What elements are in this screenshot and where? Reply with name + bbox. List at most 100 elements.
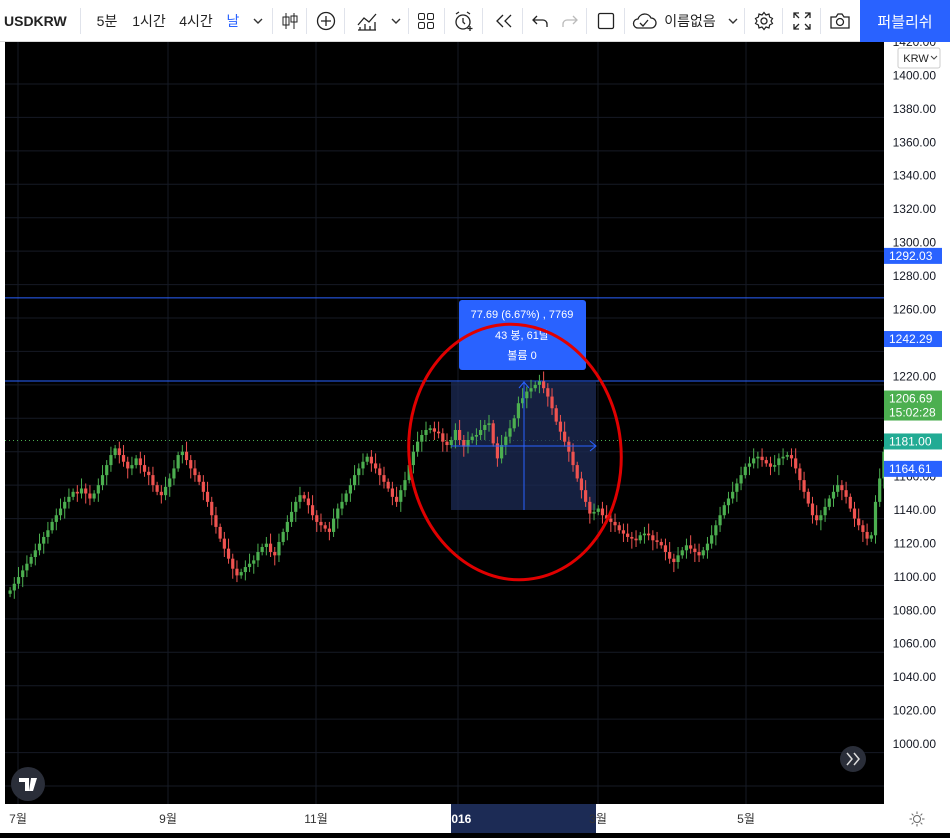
fullscreen-button[interactable] <box>788 0 816 42</box>
candle-body <box>42 536 46 544</box>
divider <box>744 8 745 34</box>
interval-4h[interactable]: 4시간 <box>175 0 217 42</box>
candle-body <box>319 521 323 526</box>
candle-body <box>50 521 54 531</box>
fullscreen-toggle[interactable] <box>592 0 620 42</box>
rewind-icon <box>496 14 512 28</box>
layout-name[interactable]: 이름없음 <box>660 0 720 42</box>
undo-button[interactable] <box>526 0 554 42</box>
candle-body <box>852 508 857 519</box>
divider <box>482 8 483 34</box>
interval-1d[interactable]: 날 <box>222 0 244 42</box>
candle-body <box>848 496 852 509</box>
price-tick-label: 1080.00 <box>893 603 937 617</box>
alert-button[interactable] <box>450 0 478 42</box>
candle-body <box>781 456 785 459</box>
candle-body <box>638 535 642 541</box>
candle-body <box>802 480 806 492</box>
divider <box>782 8 783 34</box>
candle-body <box>390 488 394 497</box>
divider <box>586 8 587 34</box>
indicators-dropdown[interactable] <box>386 0 406 42</box>
candle-body <box>873 501 878 536</box>
candle-body <box>205 491 210 502</box>
candle-body <box>394 496 399 502</box>
candle-body <box>710 535 714 544</box>
settings-button[interactable] <box>750 0 778 42</box>
candle-body <box>12 583 16 591</box>
candlestick-chart[interactable]: 77.69 (6.67%) , 7769 43 봉, 61날 볼륨 0 <box>5 42 886 804</box>
candle-body <box>79 488 84 494</box>
interval-5m[interactable]: 5분 <box>92 0 122 42</box>
candle-body <box>777 458 781 466</box>
candle-body <box>537 381 542 385</box>
candle-body <box>558 421 563 432</box>
snapshot-button[interactable] <box>826 0 854 42</box>
candle-body <box>142 465 147 472</box>
gear-icon <box>754 11 774 31</box>
candle-body <box>655 540 659 542</box>
interval-1h[interactable]: 1시간 <box>128 0 170 42</box>
divider <box>820 8 821 34</box>
divider <box>624 8 625 34</box>
candle-body <box>310 505 315 516</box>
interval-dropdown[interactable] <box>248 0 268 42</box>
candle-body <box>794 458 798 469</box>
currency-selector[interactable]: KRW <box>897 47 941 69</box>
candle-body <box>533 384 537 389</box>
divider <box>522 8 523 34</box>
candle-body <box>8 590 12 594</box>
candle-body <box>596 508 600 512</box>
add-indicator-button[interactable] <box>312 0 340 42</box>
candle-body <box>718 515 722 526</box>
candle-body <box>659 541 663 546</box>
candle-body <box>836 485 840 492</box>
chart-pane[interactable]: 77.69 (6.67%) , 7769 43 봉, 61날 볼륨 0 <box>5 42 886 804</box>
candle-body <box>415 441 420 452</box>
candle-body <box>743 466 747 476</box>
chevron-down-icon <box>253 18 263 24</box>
symbol-search[interactable]: USDKRW <box>0 0 67 42</box>
alarm-clock-icon <box>455 11 473 31</box>
publish-button[interactable]: 퍼블리쉬 <box>860 0 950 42</box>
indicators-button[interactable] <box>352 0 382 42</box>
chart-type-button[interactable] <box>276 0 304 42</box>
measure-tooltip-line1: 77.69 (6.67%) , 7769 <box>471 309 574 321</box>
time-axis[interactable]: 7월 9월 11월 2016 3월 5월 <box>0 804 884 833</box>
layouts-button[interactable] <box>412 0 440 42</box>
candle-body <box>352 475 357 486</box>
candle-body <box>827 498 831 507</box>
candle-body <box>449 440 453 446</box>
candle-body <box>294 501 298 512</box>
candle-body <box>264 543 268 547</box>
time-range-highlight <box>451 804 596 833</box>
candle-body <box>46 530 50 537</box>
price-axis[interactable]: 1420.00 1400.00 1380.00 1360.00 1340.00 1320.… <box>884 35 950 804</box>
chevron-down-icon <box>391 18 401 24</box>
candle-body <box>302 495 306 499</box>
candle-body <box>336 508 340 519</box>
badge-range-low-text: 1164.61 <box>889 462 932 476</box>
candle-body <box>550 396 554 409</box>
candle-body <box>235 568 239 576</box>
candle-body <box>92 493 96 499</box>
candle-body <box>382 475 386 482</box>
chevron-down-icon <box>728 18 738 24</box>
cloud-save-button[interactable] <box>630 0 658 42</box>
candle-body <box>470 436 474 441</box>
candle-body <box>714 525 718 536</box>
interval-label: 5분 <box>96 13 118 29</box>
candle-body <box>231 558 235 569</box>
replay-button[interactable] <box>490 0 518 42</box>
candle-body <box>441 433 445 442</box>
scroll-to-realtime-button[interactable] <box>840 746 866 772</box>
layout-dropdown[interactable] <box>724 0 742 42</box>
candle-body <box>159 491 163 496</box>
candle-body <box>176 455 180 469</box>
candle-body <box>613 521 617 526</box>
candle-body <box>705 543 710 551</box>
candle-body <box>58 508 63 516</box>
redo-button[interactable] <box>556 0 584 42</box>
axis-settings-button[interactable] <box>884 804 950 833</box>
candle-body <box>739 475 743 484</box>
